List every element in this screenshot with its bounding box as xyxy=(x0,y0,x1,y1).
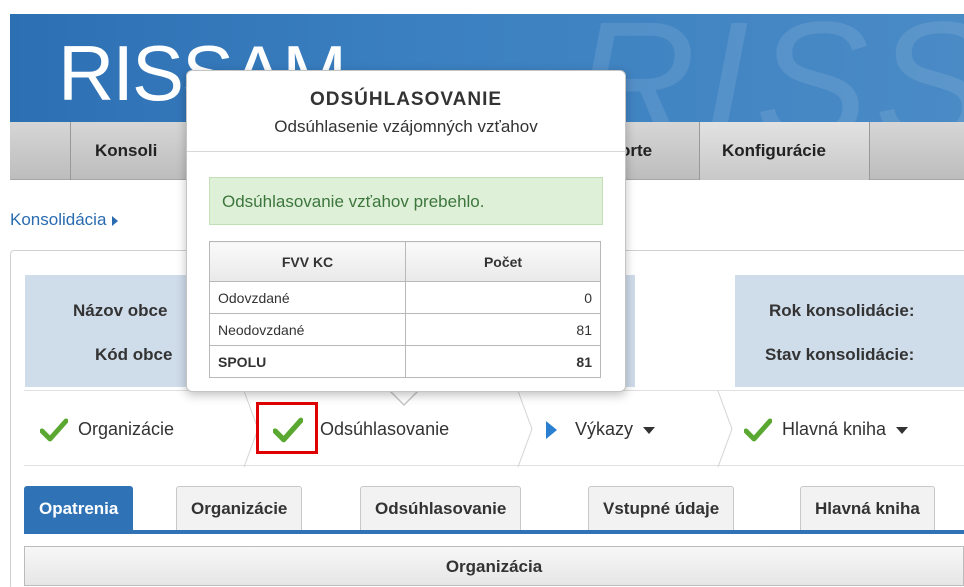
nav-item-konsolidacia[interactable]: Konsoli xyxy=(70,122,200,180)
table-row: Neodovzdané 81 xyxy=(209,313,601,346)
table-row: Odovzdané 0 xyxy=(209,281,601,314)
step-odsuhlasovanie[interactable]: Odsúhlasovanie xyxy=(320,391,449,467)
row-label: Odovzdané xyxy=(209,281,406,314)
column-header-pocet: Počet xyxy=(405,241,601,282)
tab-bar: Opatrenia Organizácie Odsúhlasovanie Vst… xyxy=(24,484,964,534)
checkmark-icon xyxy=(273,417,303,443)
chevron-down-icon xyxy=(896,426,909,434)
highlighted-step-icon[interactable] xyxy=(256,402,318,454)
banner-watermark: RISS xyxy=(573,14,964,122)
step-label: Výkazy xyxy=(575,419,634,439)
popover-title: ODSÚHLASOVANIE xyxy=(309,89,503,110)
checkmark-icon xyxy=(40,418,68,442)
row-value: 0 xyxy=(405,281,601,314)
step-organizacie[interactable]: Organizácie xyxy=(40,391,174,467)
column-header-organizacia[interactable]: Organizácia xyxy=(24,546,964,586)
breadcrumb: Konsolidácia xyxy=(10,210,119,230)
step-hlavna-kniha[interactable]: Hlavná kniha xyxy=(744,391,909,467)
total-label: SPOLU xyxy=(209,345,406,378)
total-value: 81 xyxy=(405,345,601,378)
chevron-down-icon xyxy=(643,426,656,434)
row-value: 81 xyxy=(405,313,601,346)
play-icon xyxy=(546,421,557,440)
kod-obce-label: Kód obce xyxy=(95,345,173,364)
step-vykazy[interactable]: Výkazy xyxy=(546,391,656,467)
step-label: Hlavná kniha xyxy=(782,419,887,439)
breadcrumb-arrow-icon xyxy=(112,215,119,226)
nazov-obce-label: Názov obce xyxy=(73,301,168,320)
stav-konsolidacie-label: Stav konsolidácie: xyxy=(765,345,915,364)
table-row-total: SPOLU 81 xyxy=(209,345,601,378)
tab-hlavna-kniha[interactable]: Hlavná kniha xyxy=(800,486,935,530)
popover-arrow-fill xyxy=(391,391,417,404)
popover-divider xyxy=(187,151,625,152)
breadcrumb-link-konsolidacia[interactable]: Konsolidácia xyxy=(10,210,106,229)
tab-odsuhlasovanie[interactable]: Odsúhlasovanie xyxy=(360,486,522,530)
success-alert: Odsúhlasovanie vzťahov prebehlo. xyxy=(209,177,603,225)
step-separator-icon xyxy=(717,391,733,467)
tab-opatrenia[interactable]: Opatrenia xyxy=(24,486,134,530)
wizard-steps: Organizácie Odsúhlasovanie Výkazy Hlavná… xyxy=(24,390,964,467)
row-label: Neodovzdané xyxy=(209,313,406,346)
popover-subtitle: Odsúhlasenie vzájomných vzťahov xyxy=(274,117,538,136)
nav-item-konfiguracie[interactable]: Konfigurácie xyxy=(700,122,870,180)
rok-konsolidacie-label: Rok konsolidácie: xyxy=(769,301,915,320)
checkmark-icon xyxy=(744,418,772,442)
column-header-fvv-kc: FVV KC xyxy=(209,241,406,282)
step-label: Odsúhlasovanie xyxy=(320,419,450,439)
info-value-area xyxy=(635,275,735,387)
summary-table: FVV KC Počet Odovzdané 0 Neodovzdané 81 … xyxy=(209,241,601,378)
step-label: Organizácie xyxy=(78,419,175,439)
odsuhlasovanie-popover: ODSÚHLASOVANIE Odsúhlasenie vzájomných v… xyxy=(186,70,626,392)
tab-vstupne-udaje[interactable]: Vstupné údaje xyxy=(588,486,735,530)
step-separator-icon xyxy=(517,391,533,467)
tab-organizacie[interactable]: Organizácie xyxy=(176,486,303,530)
